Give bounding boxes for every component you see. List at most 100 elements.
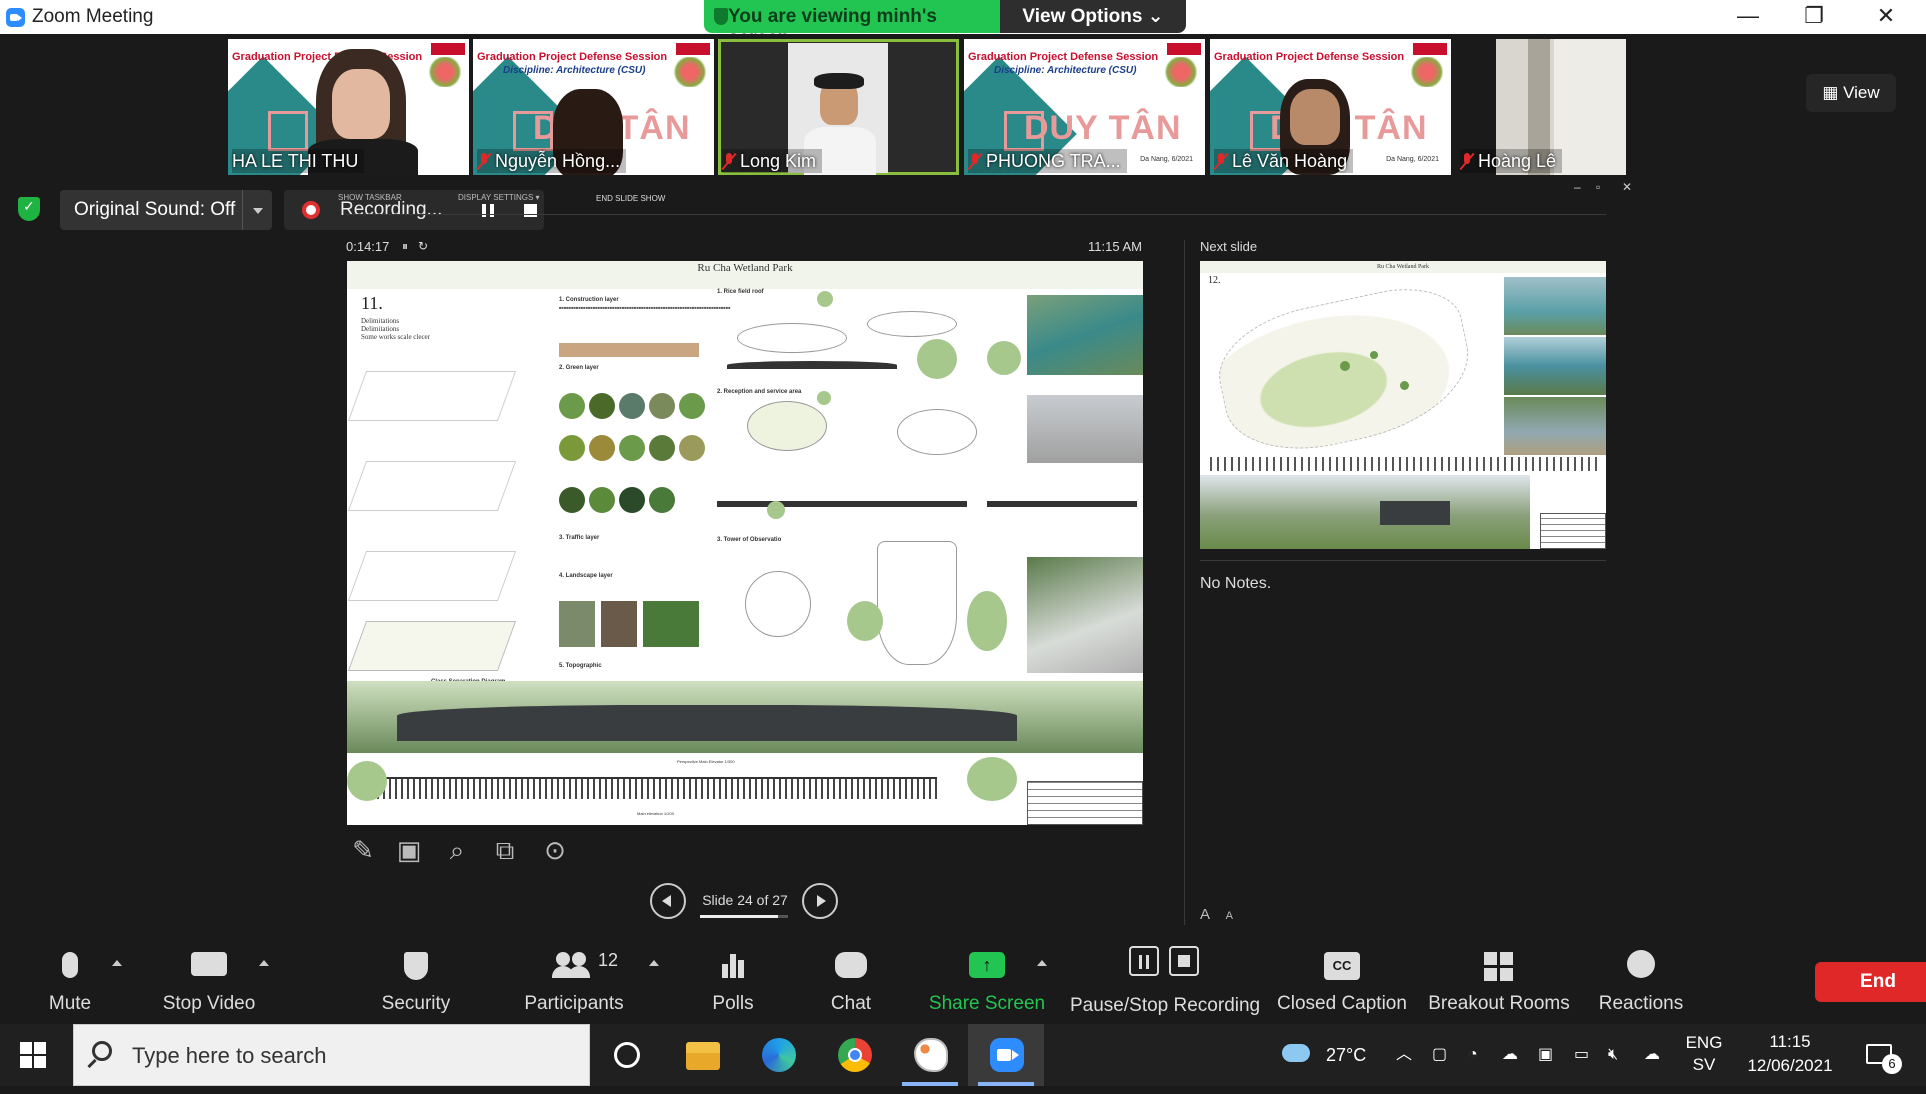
- timer-controls[interactable]: ⏸ ↻: [402, 239, 428, 254]
- file-explorer-button[interactable]: [664, 1024, 740, 1086]
- weather-icon[interactable]: [1280, 1024, 1310, 1086]
- original-sound-dropdown[interactable]: [242, 190, 272, 230]
- chat-button[interactable]: Chat: [818, 934, 884, 1024]
- security-shield-icon: [18, 197, 40, 221]
- participant-tile-active[interactable]: Long Kim: [718, 39, 959, 175]
- end-slide-show-button[interactable]: END SLIDE SHOW: [596, 194, 665, 203]
- participants-button[interactable]: 12 Participants: [518, 934, 630, 1024]
- participant-name: HA LE THI THU: [232, 149, 365, 173]
- chrome-button[interactable]: [816, 1024, 892, 1086]
- breakout-rooms-button[interactable]: Breakout Rooms: [1426, 934, 1572, 1024]
- original-sound-toggle[interactable]: Original Sound: Off: [60, 190, 272, 230]
- layer-diagram: [347, 551, 517, 601]
- reactions-button[interactable]: Reactions: [1594, 934, 1688, 1024]
- onedrive-icon[interactable]: ☁: [1502, 1024, 1518, 1086]
- polls-icon: [720, 952, 746, 978]
- security-button[interactable]: Security: [370, 934, 462, 1024]
- stop-recording-icon[interactable]: [524, 204, 537, 217]
- weather-temp[interactable]: 27°C: [1326, 1024, 1366, 1086]
- restore-button[interactable]: ❐: [1786, 0, 1842, 34]
- paint-palette-icon: [914, 1038, 948, 1072]
- render-photo: [1027, 557, 1143, 673]
- participant-name: Lê Văn Hoàng: [1214, 149, 1354, 173]
- wifi-icon[interactable]: ◔: [1468, 1024, 1478, 1086]
- edge-button[interactable]: [740, 1024, 816, 1086]
- camera-toggle-icon[interactable]: ⧉: [489, 834, 521, 866]
- paint-button[interactable]: [892, 1024, 968, 1086]
- participant-tile[interactable]: Graduation Project Defense Session DUY T…: [1210, 39, 1451, 175]
- speaker-notes[interactable]: No Notes.: [1200, 575, 1271, 593]
- meet-now-icon[interactable]: ▢: [1432, 1024, 1447, 1086]
- more-options-icon[interactable]: ⊙: [539, 834, 571, 866]
- participant-strip: Graduation Project Defense Session HA LE…: [0, 34, 1926, 178]
- decrease-font-button[interactable]: A: [1226, 910, 1233, 922]
- network-icon[interactable]: ▣: [1538, 1024, 1553, 1086]
- slide-title: Ru Cha Wetland Park: [347, 261, 1143, 289]
- end-meeting-button[interactable]: End: [1815, 962, 1926, 1002]
- video-options-caret[interactable]: [259, 960, 269, 966]
- zoom-icon[interactable]: ⌕: [441, 834, 473, 866]
- input-language[interactable]: ENG SV: [1684, 1032, 1724, 1094]
- presenter-divider: [346, 214, 1606, 215]
- slide-number: 11.: [361, 293, 383, 313]
- pen-icon[interactable]: ✎: [347, 834, 379, 866]
- show-taskbar-button[interactable]: SHOW TASKBAR: [338, 193, 402, 202]
- microphone-icon: [62, 952, 78, 978]
- participants-options-caret[interactable]: [649, 960, 659, 966]
- view-button[interactable]: ▦ View: [1806, 74, 1896, 112]
- share-screen-button[interactable]: ↑ Share Screen: [928, 934, 1046, 1024]
- volume-muted-icon[interactable]: 🔇︎: [1608, 1024, 1618, 1086]
- participant-name: PHUONG TRA...: [968, 149, 1127, 173]
- mute-button[interactable]: Mute: [30, 934, 110, 1024]
- participant-tile[interactable]: Graduation Project Defense Session Disci…: [964, 39, 1205, 175]
- participant-tile[interactable]: Graduation Project Defense Session HA LE…: [228, 39, 469, 175]
- reset-timer-icon[interactable]: ↻: [418, 239, 428, 253]
- presenter-restore[interactable]: ▫: [1596, 180, 1600, 194]
- increase-font-button[interactable]: A: [1200, 906, 1210, 923]
- close-button[interactable]: ✕: [1858, 0, 1914, 34]
- pause-recording-icon[interactable]: [482, 204, 494, 217]
- slide-counter[interactable]: Slide 24 of 27: [700, 892, 790, 908]
- meeting-controls: Mute Stop Video Security 12 Participants…: [0, 934, 1926, 1024]
- pause-stop-recording-button[interactable]: Pause/Stop Recording: [1070, 934, 1260, 1024]
- layer-diagram: [347, 371, 517, 421]
- battery-icon[interactable]: ▭: [1574, 1024, 1589, 1086]
- share-options-caret[interactable]: [1037, 960, 1047, 966]
- next-slide-button[interactable]: [802, 883, 838, 919]
- mic-muted-icon: [1214, 152, 1228, 170]
- render-photo: [1027, 395, 1143, 463]
- search-icon: [92, 1041, 112, 1061]
- taskbar-search-input[interactable]: Type here to search: [73, 1024, 590, 1086]
- presenter-minimize[interactable]: –: [1574, 180, 1581, 194]
- slide-sorter-icon[interactable]: ▣: [393, 834, 425, 866]
- next-slide-preview: Ru Cha Wetland Park 12.: [1200, 261, 1606, 549]
- folder-icon: [686, 1042, 720, 1070]
- stop-video-button[interactable]: Stop Video: [150, 934, 268, 1024]
- taskbar-clock[interactable]: 11:15 12/06/2021: [1740, 1030, 1840, 1092]
- participant-name: Long Kim: [722, 149, 823, 173]
- presenter-divider-vertical: [1184, 240, 1185, 925]
- show-hidden-icons[interactable]: ︿: [1396, 1024, 1412, 1086]
- notification-count: 6: [1882, 1054, 1902, 1074]
- mic-muted-icon: [722, 152, 736, 170]
- audio-options-caret[interactable]: [112, 960, 122, 966]
- security-shield-icon: [404, 952, 428, 980]
- windows-start-icon[interactable]: [20, 1042, 46, 1068]
- presenter-close[interactable]: ✕: [1622, 180, 1632, 194]
- shield-icon: [714, 8, 728, 25]
- cortana-button[interactable]: [588, 1024, 664, 1086]
- cloud-upload-icon[interactable]: ☁: [1644, 1024, 1660, 1086]
- closed-caption-button[interactable]: CC Closed Caption: [1276, 934, 1408, 1024]
- participant-tile[interactable]: Graduation Project Defense Session Disci…: [473, 39, 714, 175]
- participant-tile[interactable]: Hoàng Lê: [1456, 39, 1626, 175]
- previous-slide-button[interactable]: [650, 883, 686, 919]
- title-bar: Zoom Meeting You are viewing minh's scre…: [0, 0, 1926, 49]
- view-options-button[interactable]: View Options ⌄: [1000, 0, 1186, 33]
- edge-icon: [762, 1038, 796, 1072]
- notifications-button[interactable]: 6: [1862, 1024, 1902, 1086]
- pause-timer-icon[interactable]: ⏸: [402, 239, 408, 253]
- display-settings-button[interactable]: DISPLAY SETTINGS ▾: [458, 193, 540, 202]
- minimize-button[interactable]: —: [1720, 0, 1776, 34]
- polls-button[interactable]: Polls: [700, 934, 766, 1024]
- zoom-taskbar-button[interactable]: [968, 1024, 1044, 1086]
